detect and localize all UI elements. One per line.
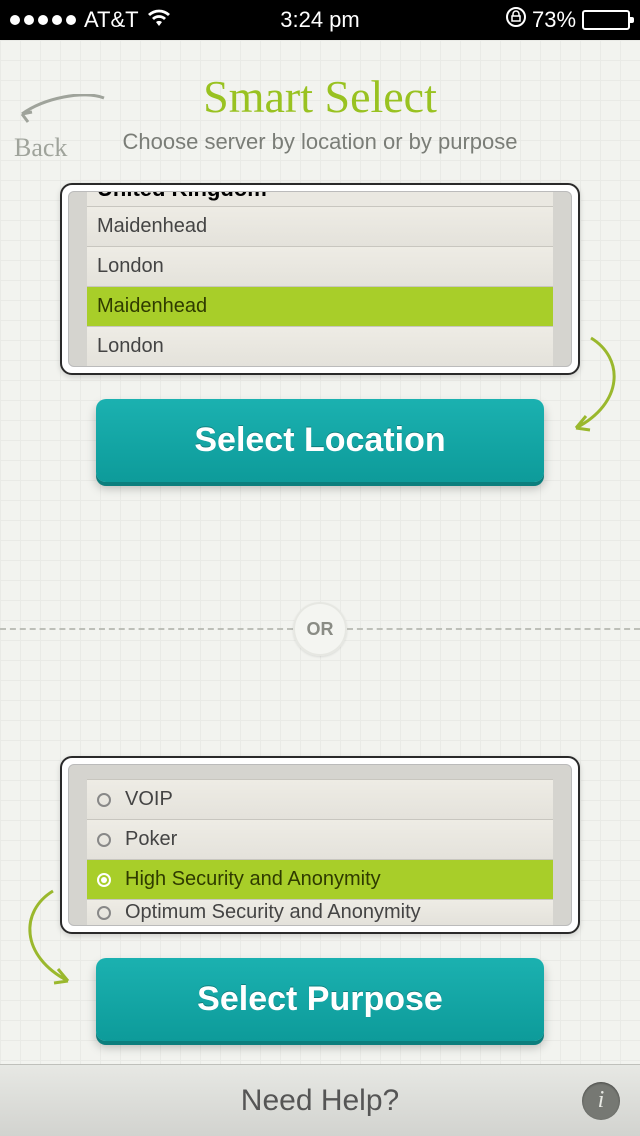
list-item[interactable]: Poker [87,819,553,859]
purpose-section: VOIP Poker High Security and Anonymity O… [0,756,640,1041]
clock-label: 3:24 pm [217,7,424,33]
wifi-icon [147,7,171,33]
select-location-button[interactable]: Select Location [96,399,544,482]
curly-arrow-icon [556,333,626,443]
list-item[interactable]: Maidenhead [87,286,553,326]
location-section: United Kingdom Maidenhead London Maidenh… [0,183,640,482]
list-item-label: VOIP [125,788,173,811]
radio-icon [97,793,111,807]
radio-icon [97,833,111,847]
curly-arrow-icon [18,886,88,996]
rotation-lock-icon [506,7,526,33]
list-item[interactable]: VOIP [87,779,553,819]
footer-bar: Need Help? i [0,1064,640,1136]
list-item[interactable]: London [87,246,553,286]
battery-pct-label: 73% [532,7,576,33]
list-item[interactable]: Optimum Security and Anonymity [87,899,553,925]
list-item-label: Maidenhead [97,295,207,318]
info-icon[interactable]: i [582,1082,620,1120]
page-header: Back Smart Select Choose server by locat… [0,40,640,165]
select-purpose-button[interactable]: Select Purpose [96,958,544,1041]
page-title: Smart Select [20,70,620,123]
list-item-label: Optimum Security and Anonymity [125,901,421,924]
or-badge: OR [293,602,347,656]
carrier-label: AT&T [84,7,139,33]
location-preview: United Kingdom Maidenhead London Maidenh… [60,183,580,375]
list-item-label: London [97,255,164,278]
back-arrow-icon [14,94,110,130]
location-group-header: United Kingdom [87,191,553,206]
list-item[interactable]: Maidenhead [87,206,553,246]
purpose-preview: VOIP Poker High Security and Anonymity O… [60,756,580,934]
status-bar: AT&T 3:24 pm 73% [0,0,640,40]
radio-icon [97,873,111,887]
list-item-label: High Security and Anonymity [125,868,381,891]
list-item[interactable]: High Security and Anonymity [87,859,553,899]
battery-icon [582,10,630,30]
radio-icon [97,906,111,920]
or-divider: OR [0,602,640,656]
back-button[interactable]: Back [14,94,110,161]
list-item-label: Maidenhead [97,215,207,238]
list-item[interactable]: London [87,326,553,366]
signal-dots-icon [10,15,76,25]
list-item-label: London [97,335,164,358]
page-subtitle: Choose server by location or by purpose [20,129,620,155]
help-link[interactable]: Need Help? [241,1084,399,1118]
list-item-label: Poker [125,828,177,851]
back-label: Back [14,135,110,161]
